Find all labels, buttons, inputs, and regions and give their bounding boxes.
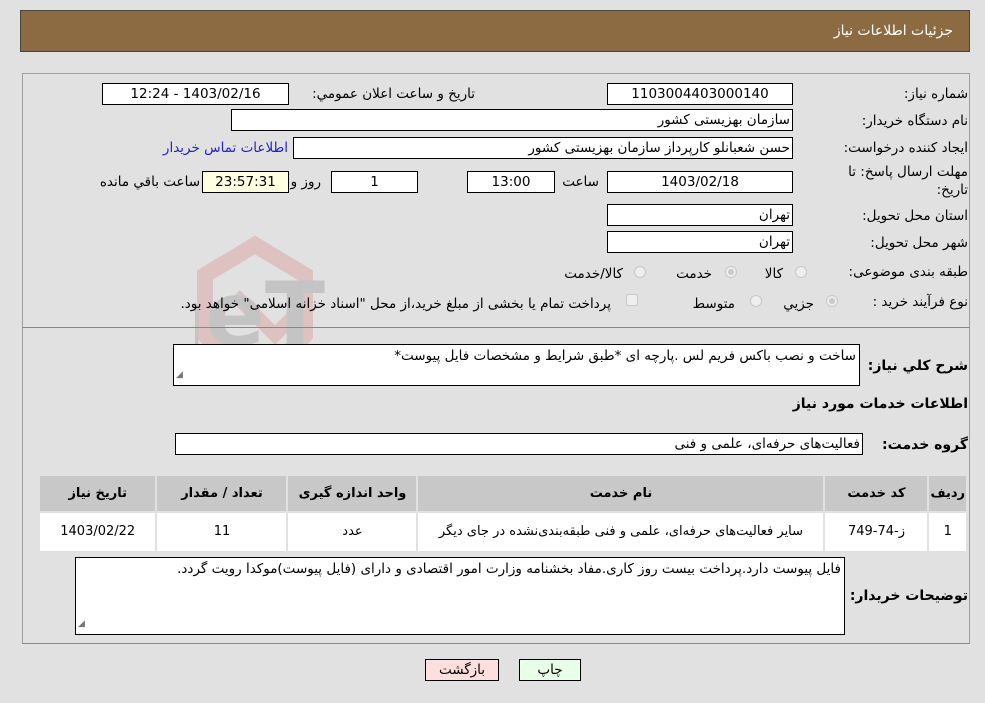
description-label: شرح كلي نياز: <box>867 358 968 374</box>
days-label: روز و <box>290 174 321 190</box>
description-text: ساخت و نصب باکس فریم لس .پارچه ای *طبق ش… <box>394 348 856 364</box>
province-label: استان محل تحويل: <box>862 208 968 224</box>
category-label: طبقه بندی موضوعی: <box>848 264 968 280</box>
divider <box>22 327 970 328</box>
process-option-small: جزيي <box>783 296 814 312</box>
requester-label: ايجاد كننده درخواست: <box>843 140 968 156</box>
divider <box>22 643 970 644</box>
need-number-label: شماره نیاز: <box>903 86 968 102</box>
city-label: شهر محل تحويل: <box>870 235 968 251</box>
cell-row-number: 1 <box>927 511 968 553</box>
buyer-org-label: نام دستگاه خريدار: <box>861 113 968 129</box>
cell-unit: عدد <box>286 511 419 553</box>
announce-label: تاریخ و ساعت اعلان عمومي: <box>312 86 475 102</box>
requester-field: حسن شعبانلو کارپرداز سازمان بهزیستی کشور <box>293 137 793 159</box>
services-section-title: اطلاعات خدمات مورد نياز <box>792 396 968 412</box>
announce-field: 1403/02/16 - 12:24 <box>102 83 289 105</box>
deadline-date-field: 1403/02/18 <box>607 171 793 193</box>
remaining-label: ساعت باقي مانده <box>99 174 200 190</box>
buyer-notes-label: توضيحات خريدار: <box>849 588 968 604</box>
category-option-service: خدمت <box>676 266 712 282</box>
remaining-time-field: 23:57:31 <box>202 171 289 193</box>
treasury-note: پرداخت تمام یا بخشی از مبلغ خرید،از محل … <box>180 296 611 312</box>
process-radio-small[interactable] <box>826 295 838 307</box>
col-header-service-name: نام خدمت <box>416 474 826 513</box>
need-number-field: 1103004403000140 <box>607 83 793 105</box>
category-option-goods: کالا <box>764 266 783 282</box>
province-field: تهران <box>607 204 793 226</box>
days-field: 1 <box>331 171 418 193</box>
category-radio-service[interactable] <box>725 266 737 278</box>
service-group-field: فعالیت‌های حرفه‌ای، علمی و فنی <box>175 433 863 455</box>
col-header-row-number: رديف <box>927 474 968 513</box>
table-header-row: رديف كد خدمت نام خدمت واحد اندازه گيری ت… <box>37 474 968 513</box>
city-field: تهران <box>607 231 793 253</box>
cell-service-code: ز-74-749 <box>823 511 930 553</box>
page-header: جزئیات اطلاعات نیاز <box>20 10 970 52</box>
col-header-unit: واحد اندازه گيری <box>286 474 419 513</box>
table-row: 1 ز-74-749 سایر فعالیت‌های حرفه‌ای، علمی… <box>37 511 968 553</box>
buyer-notes-textarea[interactable]: فایل پیوست دارد.پرداخت بیست روز کاری.مفا… <box>75 557 845 635</box>
category-radio-goods[interactable] <box>795 266 807 278</box>
deadline-label-line2: تاریخ: <box>936 182 968 198</box>
back-button[interactable]: بازگشت <box>425 659 499 681</box>
process-label: نوع فرآيند خريد : <box>872 294 968 310</box>
process-option-medium: متوسط <box>692 296 735 312</box>
resize-grip-icon[interactable]: ◢ <box>78 615 85 633</box>
col-header-service-code: كد خدمت <box>823 474 930 513</box>
process-radio-medium[interactable] <box>750 295 762 307</box>
cell-need-date: 1403/02/22 <box>37 511 158 553</box>
treasury-checkbox[interactable] <box>626 294 638 306</box>
category-radio-both[interactable] <box>634 266 646 278</box>
cell-quantity: 11 <box>155 511 289 553</box>
page-title: جزئیات اطلاعات نیاز <box>833 23 953 39</box>
buyer-org-field: سازمان بهزیستی کشور <box>231 109 793 131</box>
deadline-time-label: ساعت <box>562 174 599 190</box>
category-option-both: کالا/خدمت <box>564 266 623 282</box>
col-header-need-date: تاريخ نياز <box>37 474 158 513</box>
deadline-label: مهلت ارسال پاسخ: تا <box>848 164 968 180</box>
col-header-quantity: تعداد / مقدار <box>155 474 289 513</box>
description-textarea[interactable]: ساخت و نصب باکس فریم لس .پارچه ای *طبق ش… <box>173 344 860 386</box>
resize-grip-icon[interactable]: ◢ <box>176 366 183 384</box>
print-button[interactable]: چاپ <box>519 659 581 681</box>
buyer-contact-link[interactable]: اطلاعات تماس خريدار <box>163 140 288 156</box>
services-table: رديف كد خدمت نام خدمت واحد اندازه گيری ت… <box>37 474 968 553</box>
deadline-time-field: 13:00 <box>467 171 555 193</box>
service-group-label: گروه خدمت: <box>882 437 968 453</box>
cell-service-name: سایر فعالیت‌های حرفه‌ای، علمی و فنی طبقه… <box>416 511 826 553</box>
buyer-notes-text: فایل پیوست دارد.پرداخت بیست روز کاری.مفا… <box>177 561 841 577</box>
